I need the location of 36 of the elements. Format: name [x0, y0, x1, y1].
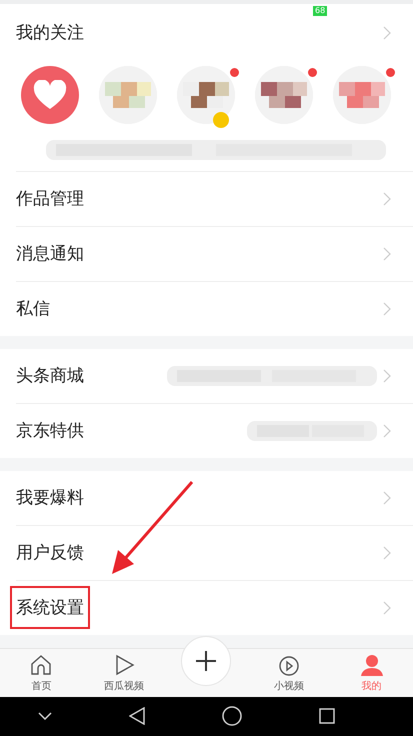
- menu-row[interactable]: 我要爆料: [16, 470, 413, 525]
- chevron-icon: [383, 246, 391, 261]
- back-icon[interactable]: [129, 707, 146, 726]
- chevron-icon: [383, 192, 391, 206]
- menu-row[interactable]: 京东特供: [16, 402, 413, 458]
- recents-icon[interactable]: [318, 708, 335, 724]
- menu-label: 京东特供: [15, 420, 85, 444]
- chevron-icon: [383, 424, 391, 438]
- chevron-icon: [383, 600, 391, 615]
- tab[interactable]: 小视频: [248, 648, 330, 697]
- menu-label: 消息通知: [15, 243, 85, 266]
- tab[interactable]: 西瓜视频: [82, 648, 166, 697]
- home-circle-icon[interactable]: [222, 706, 242, 726]
- menu-label: 私信: [15, 298, 51, 322]
- chevron-icon: [383, 490, 391, 505]
- menu-label: 作品管理: [15, 188, 85, 212]
- heart-icon: [33, 80, 67, 110]
- menu-row[interactable]: 消息通知: [16, 226, 413, 281]
- menu-label: 我要爆料: [15, 487, 85, 510]
- battery-level: 68: [313, 6, 328, 16]
- chevron-icon: [383, 26, 391, 40]
- chevron-icon: [383, 368, 391, 383]
- tab[interactable]: 首页: [0, 648, 83, 697]
- menu-row[interactable]: 头条商城: [16, 348, 413, 403]
- chevron-down-icon[interactable]: [38, 712, 52, 720]
- menu-row[interactable]: 私信: [16, 280, 413, 336]
- user-icon: [360, 652, 384, 677]
- plus-icon: [195, 650, 218, 672]
- menu-label: 头条商城: [15, 365, 85, 388]
- menu-row[interactable]: 作品管理: [16, 172, 413, 226]
- chevron-icon: [383, 546, 391, 560]
- menu-row[interactable]: 系统设置: [16, 580, 413, 635]
- home-icon: [29, 652, 54, 677]
- chevron-icon: [383, 302, 391, 316]
- section-title: 我的关注: [16, 22, 84, 44]
- menu-label: 用户反馈: [15, 542, 85, 566]
